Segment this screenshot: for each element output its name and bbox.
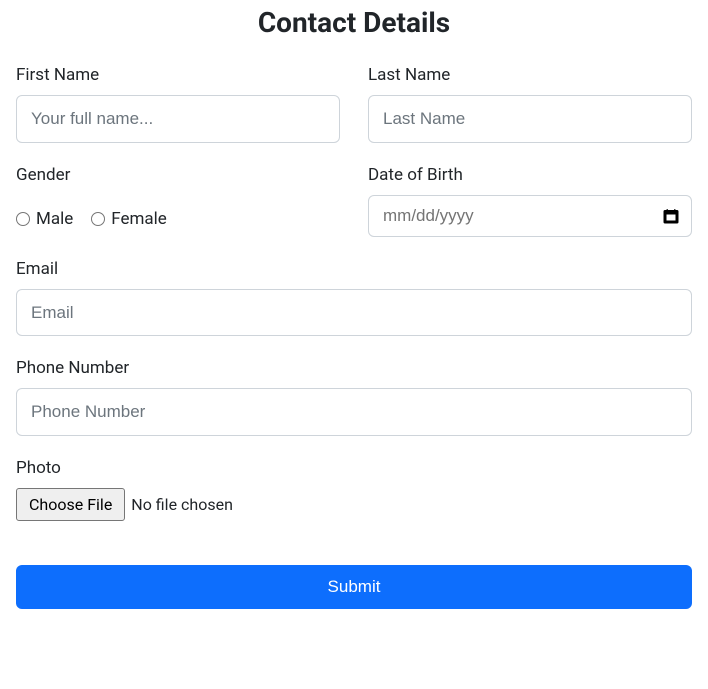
page-title: Contact Details [16, 6, 692, 39]
gender-label: Gender [16, 165, 340, 185]
gender-male-label: Male [36, 209, 73, 229]
phone-label: Phone Number [16, 358, 692, 378]
gender-male-option[interactable]: Male [16, 209, 73, 229]
first-name-input[interactable] [16, 95, 340, 143]
gender-female-label: Female [111, 209, 167, 229]
choose-file-button[interactable]: Choose File [16, 488, 125, 521]
dob-input[interactable] [368, 195, 692, 237]
photo-label: Photo [16, 458, 692, 478]
dob-label: Date of Birth [368, 165, 692, 185]
file-status: No file chosen [131, 495, 233, 514]
last-name-label: Last Name [368, 65, 692, 85]
email-label: Email [16, 259, 692, 279]
email-input[interactable] [16, 289, 692, 337]
first-name-label: First Name [16, 65, 340, 85]
submit-button[interactable]: Submit [16, 565, 692, 609]
phone-input[interactable] [16, 388, 692, 436]
gender-female-option[interactable]: Female [91, 209, 167, 229]
gender-male-radio[interactable] [16, 212, 30, 226]
gender-female-radio[interactable] [91, 212, 105, 226]
last-name-input[interactable] [368, 95, 692, 143]
